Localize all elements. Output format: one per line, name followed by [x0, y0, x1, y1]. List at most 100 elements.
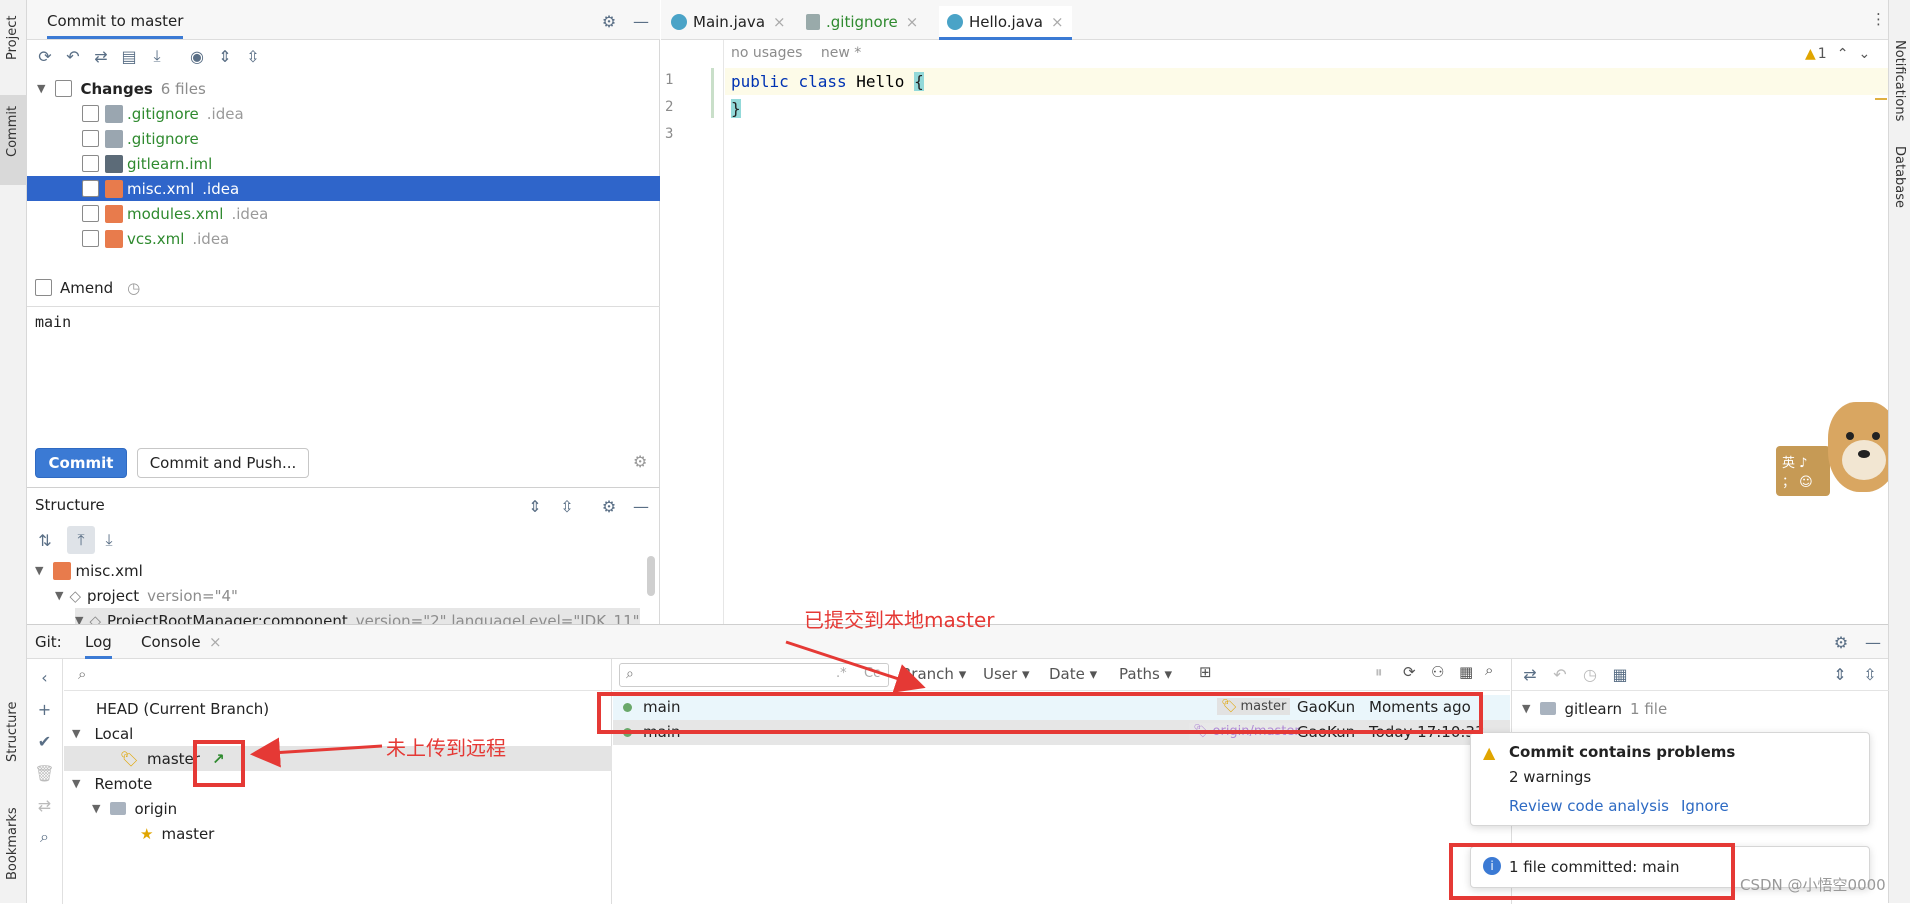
commit-tool-button[interactable]: Commit — [0, 95, 27, 185]
paths-filter[interactable]: Paths ▾ — [1119, 665, 1172, 683]
tab-console[interactable]: Console — [141, 633, 201, 651]
navigate-up-icon[interactable]: ⤒ — [67, 526, 95, 554]
date-filter[interactable]: Date ▾ — [1049, 665, 1097, 683]
branch-group-local[interactable]: ▼ Local — [72, 721, 133, 746]
changed-file-row[interactable]: .gitignore — [27, 126, 660, 151]
user-filter[interactable]: User ▾ — [983, 665, 1030, 683]
file-checkbox[interactable] — [82, 230, 99, 247]
structure-node[interactable]: ▼ ◇ ProjectRootManager:component version… — [75, 608, 640, 624]
changed-file-row[interactable]: misc.xml .idea — [27, 176, 660, 201]
more-options-icon[interactable]: ⋮ — [1871, 10, 1886, 28]
structure-tool-button[interactable]: Structure — [0, 690, 27, 780]
expand-all-icon[interactable]: ⇕ — [211, 42, 239, 70]
diff-icon[interactable]: ⇄ — [87, 42, 115, 70]
add-icon[interactable]: + — [31, 695, 59, 723]
regex-toggle[interactable]: .* — [836, 666, 847, 681]
branch-origin-master[interactable]: ★ master — [140, 821, 214, 846]
collapse-all-icon[interactable]: ⇳ — [239, 42, 267, 70]
commit-button[interactable]: Commit — [35, 448, 127, 478]
collapse-all-icon[interactable]: ⇳ — [1856, 661, 1884, 689]
inspection-widget[interactable]: ▲ 1 ⌃ ⌄ — [1805, 46, 1870, 62]
branch-head[interactable]: HEAD (Current Branch) — [96, 696, 269, 721]
minimize-icon[interactable]: — — [1859, 628, 1887, 656]
changed-file-row[interactable]: vcs.xml .idea — [27, 226, 660, 251]
changed-file-row[interactable]: modules.xml .idea — [27, 201, 660, 226]
file-checkbox[interactable] — [82, 105, 99, 122]
tab-hello-java[interactable]: Hello.java × — [939, 6, 1072, 40]
changes-checkbox[interactable] — [55, 80, 73, 97]
refresh-icon[interactable]: ⟳ — [1403, 663, 1416, 681]
changes-group[interactable]: ▼ Changes 6 files — [37, 76, 206, 101]
chevron-left-icon[interactable]: ‹ — [31, 663, 59, 691]
chevron-down-icon[interactable]: ⌄ — [1858, 46, 1870, 62]
commit-and-push-button[interactable]: Commit and Push... — [137, 448, 309, 478]
revert-icon[interactable]: ↶ — [1546, 661, 1574, 689]
update-icon[interactable]: ⤓ — [143, 42, 171, 70]
refresh-icon[interactable]: ⟳ — [31, 42, 59, 70]
cherry-pick-icon[interactable]: ⚇ — [1431, 663, 1444, 681]
settings-icon[interactable]: ⚙ — [595, 492, 623, 520]
close-icon[interactable]: × — [209, 633, 222, 651]
search-icon[interactable]: ⌕ — [31, 823, 59, 851]
usages-hint[interactable]: no usages — [731, 45, 802, 61]
group-by-icon[interactable]: ▦ — [1606, 661, 1634, 689]
close-icon[interactable]: × — [906, 13, 919, 31]
author-hint[interactable]: new * — [821, 45, 861, 61]
amend-label[interactable]: Amend — [60, 279, 113, 297]
rollback-icon[interactable]: ↶ — [59, 42, 87, 70]
navigate-down-icon[interactable]: ⤓ — [95, 526, 123, 554]
structure-node[interactable]: ▼ ◇ project version="4" — [55, 583, 238, 608]
branch-remote-origin[interactable]: ▼ origin — [92, 796, 177, 821]
review-analysis-link[interactable]: Review code analysis — [1509, 797, 1669, 815]
changed-file-row[interactable]: .gitignore .idea — [27, 101, 660, 126]
file-checkbox[interactable] — [82, 130, 99, 147]
branch-search-input[interactable]: ⌕ — [64, 659, 612, 691]
settings-icon[interactable]: ⚙ — [595, 7, 623, 35]
checkout-icon[interactable]: ✔ — [31, 727, 59, 755]
log-search-input[interactable]: ⌕ .* Cc — [619, 663, 889, 687]
amend-checkbox[interactable] — [35, 279, 52, 296]
ignore-link[interactable]: Ignore — [1681, 797, 1729, 815]
tab-log[interactable]: Log — [85, 633, 112, 659]
database-tool-button[interactable]: Database — [1889, 140, 1910, 230]
settings-icon[interactable]: ⚙ — [1827, 628, 1855, 656]
notifications-tool-button[interactable]: Notifications — [1889, 10, 1910, 121]
file-checkbox[interactable] — [82, 155, 99, 172]
graph-options-icon[interactable]: ▦ — [1459, 663, 1473, 681]
expand-all-icon[interactable]: ⇕ — [1826, 661, 1854, 689]
search-icon[interactable]: ⌕ — [1485, 661, 1493, 679]
chevron-up-icon[interactable]: ⌃ — [1837, 46, 1849, 62]
branch-group-remote[interactable]: ▼ Remote — [72, 771, 152, 796]
shelve-icon[interactable]: ▤ — [115, 42, 143, 70]
diff-icon[interactable]: ⇄ — [1516, 661, 1544, 689]
close-icon[interactable]: × — [773, 13, 786, 31]
expand-all-icon[interactable]: ⇕ — [521, 492, 549, 520]
commit-options-gear-icon[interactable]: ⚙ — [633, 452, 647, 471]
structure-node[interactable]: ▼ misc.xml — [35, 558, 143, 583]
minimize-icon[interactable]: — — [627, 7, 655, 35]
branch-local-master[interactable]: 🏷 master ↗ — [64, 746, 612, 771]
pause-icon[interactable]: ⏸ — [1375, 663, 1383, 681]
collapse-all-icon[interactable]: ⇳ — [553, 492, 581, 520]
history-icon[interactable]: ◷ — [127, 279, 140, 297]
branch-filter[interactable]: Branch ▾ — [901, 665, 966, 683]
details-root[interactable]: ▼ gitlearn 1 file — [1522, 696, 1667, 721]
close-icon[interactable]: × — [1051, 13, 1064, 31]
new-tab-icon[interactable]: ⊞ — [1199, 663, 1212, 681]
bookmarks-tool-button[interactable]: Bookmarks — [0, 800, 27, 890]
history-icon[interactable]: ◷ — [1576, 661, 1604, 689]
merge-icon[interactable]: ⇄ — [31, 791, 59, 819]
view-options-icon[interactable]: ◉ — [183, 42, 211, 70]
code-line-2[interactable]: } — [731, 99, 741, 118]
commit-message-area[interactable]: main — [27, 306, 660, 436]
file-checkbox[interactable] — [82, 180, 99, 197]
changed-file-row[interactable]: gitlearn.iml — [27, 151, 660, 176]
file-checkbox[interactable] — [82, 205, 99, 222]
structure-scrollbar[interactable] — [647, 556, 655, 596]
tab-main-java[interactable]: Main.java × — [671, 8, 786, 36]
code-line-1[interactable]: public class Hello { — [731, 72, 924, 91]
sort-alpha-icon[interactable]: ⇅ — [31, 526, 59, 554]
minimize-icon[interactable]: — — [627, 492, 655, 520]
project-tool-button[interactable]: Project — [0, 0, 27, 80]
delete-icon[interactable]: 🗑 — [31, 759, 59, 787]
